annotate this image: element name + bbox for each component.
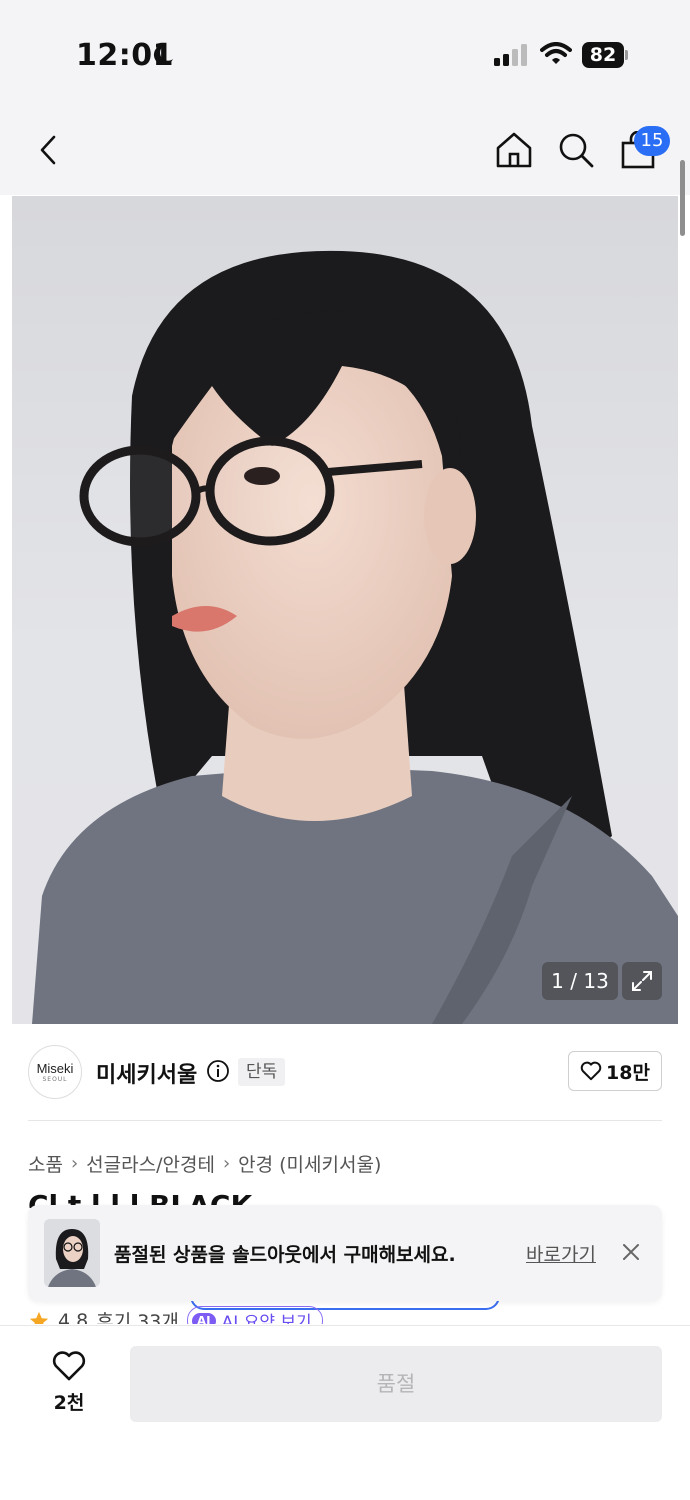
wishlist-button[interactable]: 2천 (44, 1350, 94, 1415)
model-photo (32, 250, 678, 1024)
brand-name[interactable]: 미세키서울 (96, 1057, 197, 1089)
toast-thumbnail (44, 1219, 100, 1287)
ai-summary-label: AI 요약 보기 (221, 1313, 312, 1324)
battery-tip (625, 50, 628, 60)
heart-icon (52, 1351, 86, 1381)
chevron-left-icon (40, 135, 56, 165)
battery-level: 82 (582, 42, 624, 68)
bottom-purchase-bar: 2천 품절 (0, 1325, 690, 1500)
expand-image-button[interactable] (622, 962, 662, 1000)
product-image[interactable] (12, 196, 678, 1024)
breadcrumb-item[interactable]: 선글라스/안경테 (86, 1150, 215, 1177)
home-button[interactable] (492, 128, 536, 172)
ai-summary-button[interactable]: AI AI 요약 보기 (186, 1306, 323, 1324)
chevron-right-icon: › (70, 1153, 79, 1174)
breadcrumb-item[interactable]: 소품 (28, 1150, 63, 1177)
expand-icon (632, 971, 652, 991)
review-count[interactable]: 후기 33개 (96, 1307, 179, 1324)
search-button[interactable] (554, 128, 598, 172)
close-icon (623, 1244, 639, 1260)
brand-logo[interactable]: Miseki SEOUL (28, 1045, 82, 1099)
wifi-icon (540, 42, 572, 64)
ai-badge: AI (191, 1312, 216, 1324)
breadcrumb-item[interactable]: 안경 (미세키서울) (238, 1150, 381, 1177)
toast-close-button[interactable] (618, 1239, 644, 1265)
brand-like-button[interactable]: 18만 (568, 1051, 662, 1091)
info-icon[interactable] (206, 1059, 230, 1083)
battery-indicator: 82 (582, 42, 628, 68)
soldout-button[interactable]: 품절 (130, 1346, 662, 1422)
brand-logo-subtext: SEOUL (42, 1076, 68, 1083)
home-icon (496, 132, 532, 168)
rating-value: 4.8 (58, 1309, 89, 1325)
soldout-toast: 품절된 상품을 솔드아웃에서 구매해보세요. 바로가기 (28, 1205, 662, 1301)
search-icon (559, 133, 594, 168)
toast-shortcut-link[interactable]: 바로가기 (526, 1240, 596, 1267)
brand-like-count: 18만 (606, 1061, 650, 1084)
moon-icon (153, 44, 173, 65)
wishlist-count: 2천 (53, 1392, 85, 1414)
toast-message: 품절된 상품을 솔드아웃에서 구매해보세요. (114, 1244, 456, 1266)
status-bar: 12:01 82 (0, 0, 690, 100)
cart-count-badge: 15 (634, 126, 670, 156)
exclusive-badge: 단독 (238, 1058, 286, 1086)
thumbnail-photo (44, 1219, 100, 1287)
breadcrumb: 소품 › 선글라스/안경테 › 안경 (미세키서울) (28, 1150, 381, 1177)
top-nav-bar (0, 100, 690, 195)
brand-logo-text: Miseki (36, 1061, 74, 1076)
divider (28, 1120, 662, 1121)
heart-icon (580, 1061, 602, 1081)
signal-icon (494, 44, 527, 66)
back-button[interactable] (26, 128, 70, 172)
rating-row: 4.8 후기 33개 AI AI 요약 보기 (28, 1306, 668, 1324)
chevron-right-icon: › (222, 1153, 231, 1174)
image-counter: 1 / 13 (542, 962, 618, 1000)
star-icon (29, 1311, 49, 1324)
scrollbar[interactable] (680, 160, 685, 236)
